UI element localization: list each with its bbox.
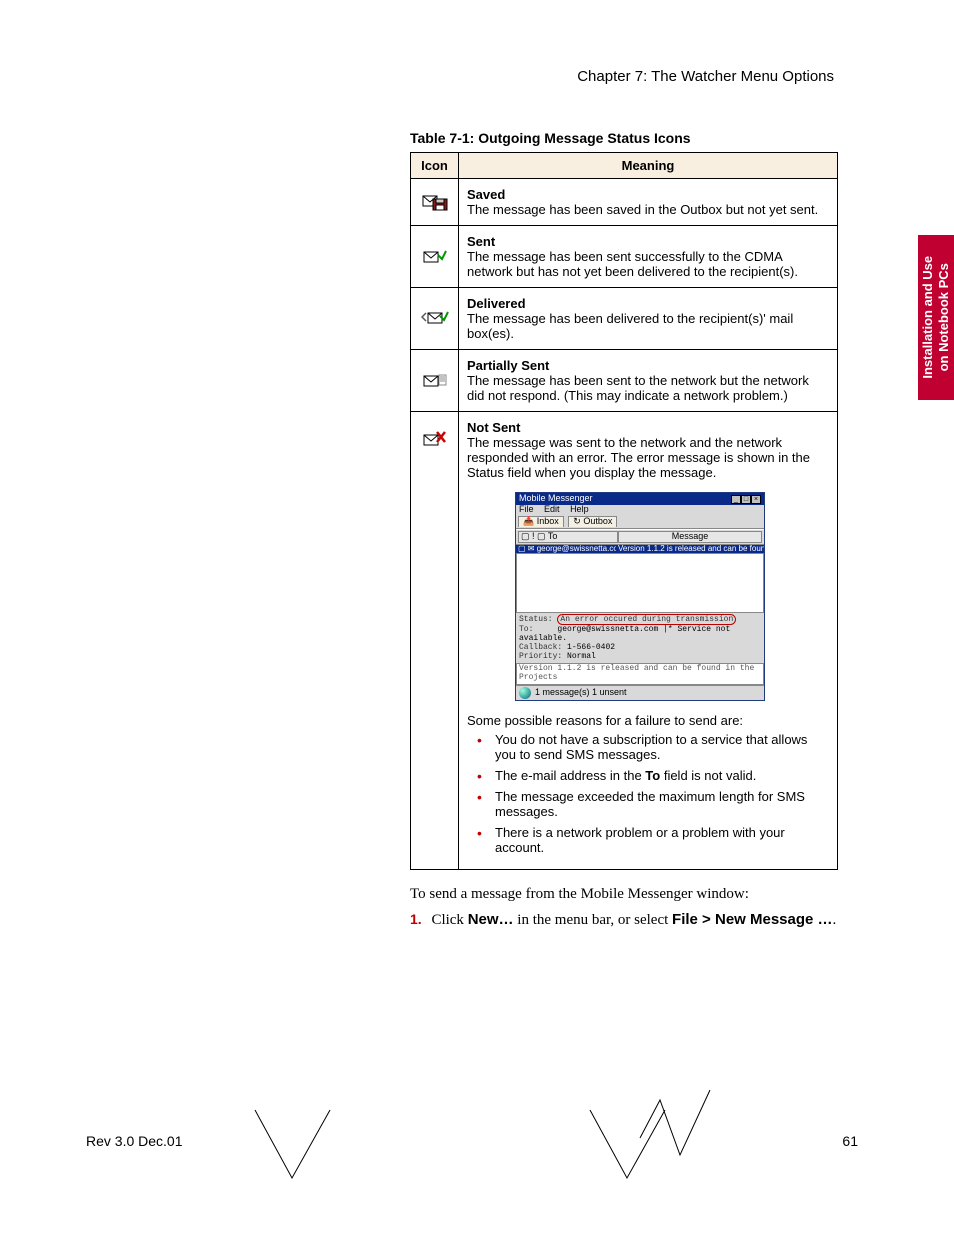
page-number: 61 (842, 1133, 858, 1149)
footer-left: Rev 3.0 Dec.01 (86, 1133, 183, 1149)
decorative-lines (0, 0, 954, 1235)
